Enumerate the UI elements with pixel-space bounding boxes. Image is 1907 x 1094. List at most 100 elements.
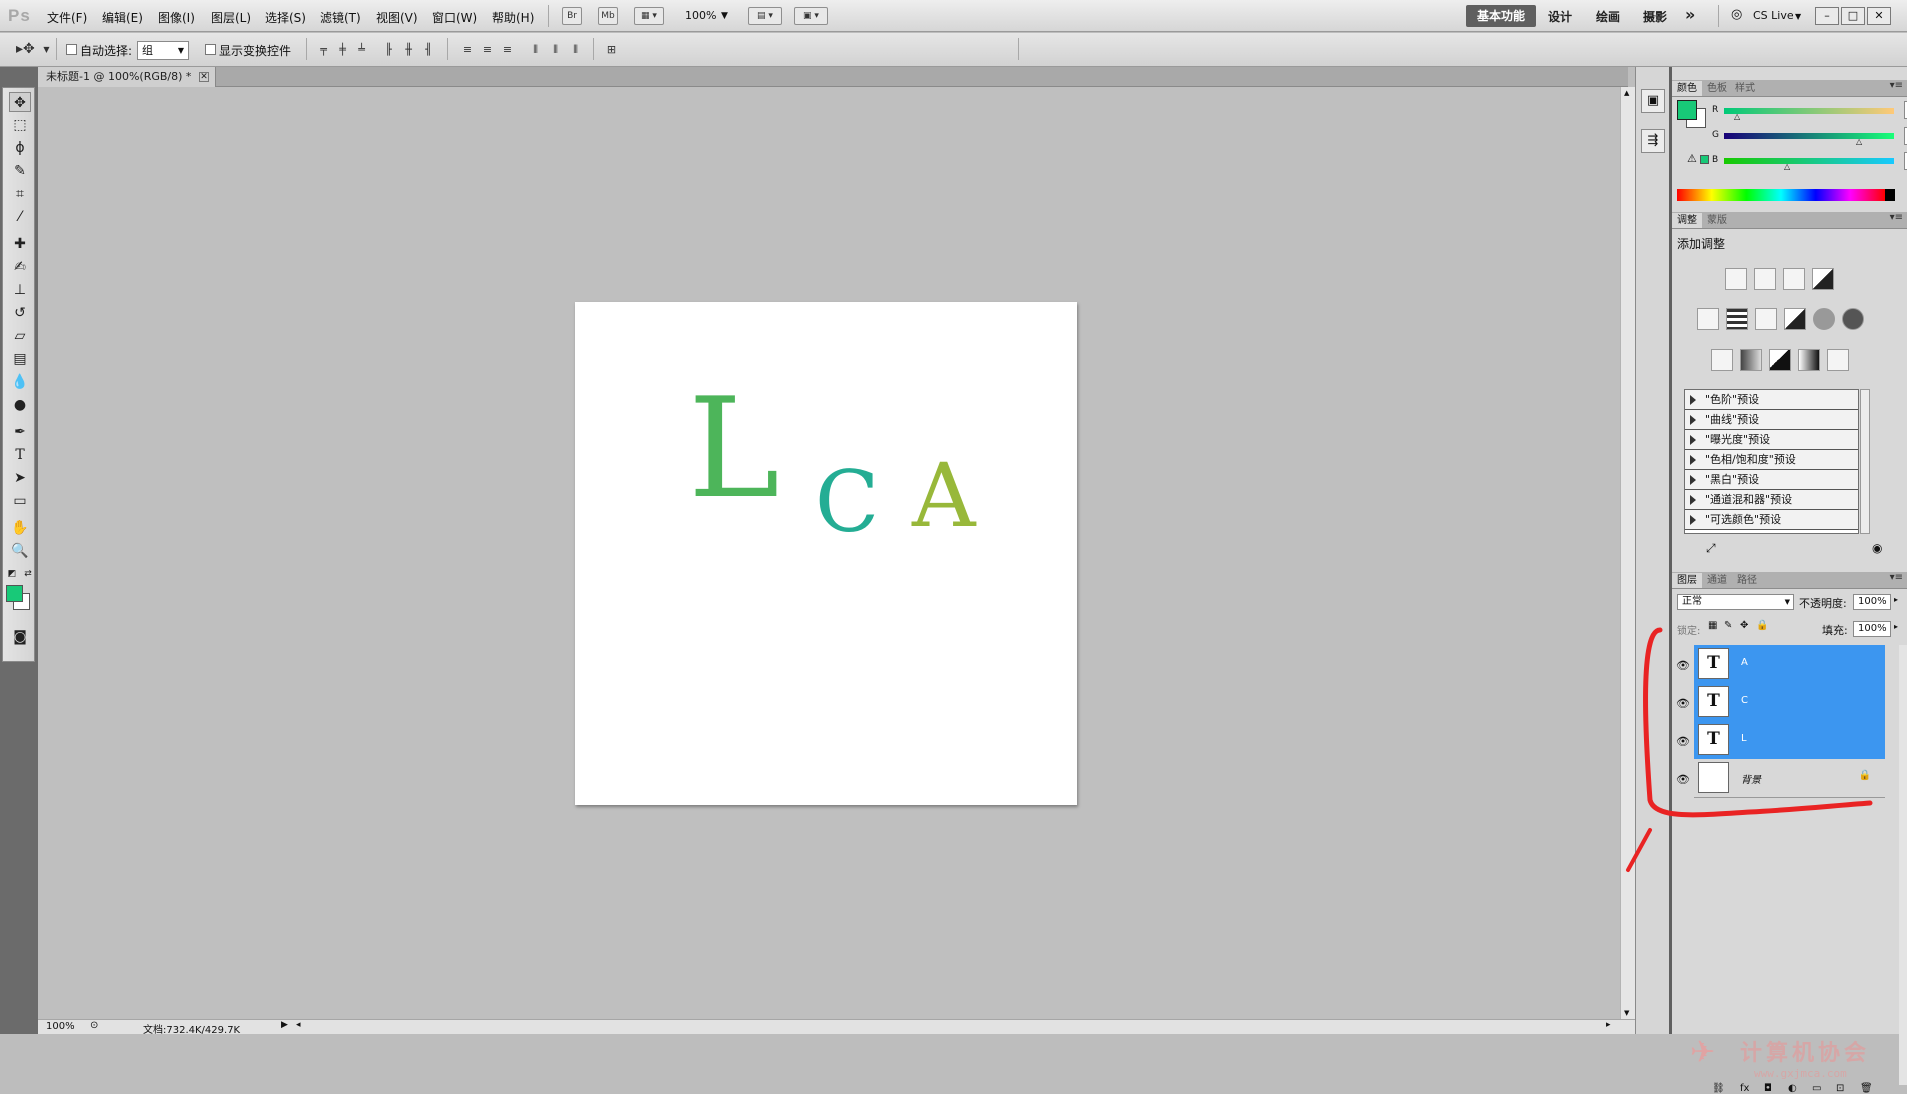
eyedropper-tool-icon[interactable]: ⁄ bbox=[9, 207, 31, 227]
scroll-down-icon[interactable]: ▼ bbox=[1624, 1009, 1629, 1017]
preset-item[interactable]: "色相/饱和度"预设 bbox=[1685, 450, 1858, 470]
tab-color[interactable]: 颜色 bbox=[1672, 81, 1702, 96]
workspace-essentials[interactable]: 基本功能 bbox=[1466, 5, 1536, 27]
align-vcenter-icon[interactable]: ╪ bbox=[334, 42, 351, 57]
tab-layers[interactable]: 图层 bbox=[1672, 573, 1702, 588]
black-white-icon[interactable] bbox=[1784, 308, 1806, 330]
type-tool-icon[interactable]: T bbox=[9, 445, 31, 465]
curves-icon[interactable] bbox=[1783, 268, 1805, 290]
threshold-icon[interactable] bbox=[1769, 349, 1791, 371]
visibility-eye-icon[interactable]: 👁 bbox=[1675, 658, 1691, 674]
distribute-right-icon[interactable]: ⫴ bbox=[567, 42, 584, 57]
exposure-icon[interactable] bbox=[1812, 268, 1834, 290]
align-left-icon[interactable]: ╟ bbox=[380, 42, 397, 57]
lock-all-icon[interactable]: 🔒 bbox=[1756, 620, 1768, 631]
gradient-tool-icon[interactable]: ▤ bbox=[9, 349, 31, 369]
layer-row-l[interactable]: T L bbox=[1694, 721, 1885, 759]
history-panel-icon[interactable]: ▣ bbox=[1641, 89, 1665, 113]
preset-item[interactable]: "曲线"预设 bbox=[1685, 410, 1858, 430]
align-bottom-icon[interactable]: ╧ bbox=[353, 42, 370, 57]
actions-panel-icon[interactable]: ⇶ bbox=[1641, 129, 1665, 153]
preset-item[interactable]: "可选颜色"预设 bbox=[1685, 510, 1858, 530]
red-slider-handle-icon[interactable]: △ bbox=[1734, 112, 1740, 121]
minimize-button[interactable]: – bbox=[1815, 7, 1839, 25]
blue-slider-handle-icon[interactable]: △ bbox=[1784, 162, 1790, 171]
menu-view[interactable]: 视图(V) bbox=[376, 9, 418, 26]
color-spectrum-bar[interactable] bbox=[1677, 189, 1885, 201]
invert-icon[interactable] bbox=[1711, 349, 1733, 371]
layer-row-a[interactable]: T A bbox=[1694, 645, 1885, 683]
marquee-tool-icon[interactable]: ⬚ bbox=[9, 115, 31, 135]
gamut-swatch[interactable] bbox=[1700, 155, 1709, 164]
text-layer-l[interactable]: L bbox=[688, 380, 780, 518]
path-selection-tool-icon[interactable]: ➤ bbox=[9, 468, 31, 488]
link-layers-icon[interactable]: ⛓ bbox=[1712, 1083, 1725, 1094]
tab-styles[interactable]: 样式 bbox=[1730, 81, 1760, 96]
workspace-design[interactable]: 设计 bbox=[1548, 8, 1572, 25]
preset-item[interactable]: "色阶"预设 bbox=[1685, 390, 1858, 410]
show-transform-checkbox[interactable] bbox=[205, 44, 216, 55]
vertical-scrollbar[interactable]: ▲ ▼ bbox=[1620, 87, 1635, 1019]
healing-brush-tool-icon[interactable]: ✚ bbox=[9, 234, 31, 254]
auto-align-icon[interactable]: ⊞ bbox=[603, 42, 620, 57]
auto-select-dropdown[interactable]: 组 ▼ bbox=[137, 41, 189, 60]
menu-layer[interactable]: 图层(L) bbox=[211, 9, 251, 26]
menu-help[interactable]: 帮助(H) bbox=[492, 9, 534, 26]
eraser-tool-icon[interactable]: ▱ bbox=[9, 326, 31, 346]
foreground-color-swatch[interactable] bbox=[6, 585, 23, 602]
menu-file[interactable]: 文件(F) bbox=[47, 9, 87, 26]
tab-masks[interactable]: 蒙版 bbox=[1702, 213, 1732, 228]
dodge-tool-icon[interactable]: ● bbox=[9, 395, 31, 415]
new-layer-icon[interactable]: ⊡ bbox=[1836, 1083, 1844, 1094]
color-balance-icon[interactable] bbox=[1755, 308, 1777, 330]
layer-row-c[interactable]: T C bbox=[1694, 683, 1885, 721]
lock-position-icon[interactable]: ✥ bbox=[1740, 620, 1748, 631]
document-tab[interactable]: 未标题-1 @ 100%(RGB/8) * ✕ bbox=[38, 67, 216, 87]
status-menu-arrow-icon[interactable]: ▶ bbox=[281, 1020, 288, 1030]
gamut-warning-icon[interactable]: ⚠ bbox=[1687, 152, 1697, 165]
menu-image[interactable]: 图像(I) bbox=[158, 9, 195, 26]
posterize-icon[interactable] bbox=[1740, 349, 1762, 371]
presets-scrollbar[interactable] bbox=[1860, 389, 1870, 534]
blur-tool-icon[interactable]: 💧 bbox=[9, 372, 31, 392]
lock-transparency-icon[interactable]: ▦ bbox=[1708, 620, 1717, 631]
distribute-vcenter-icon[interactable]: ≡ bbox=[479, 42, 496, 57]
delete-layer-icon[interactable]: 🗑 bbox=[1860, 1083, 1873, 1094]
crop-tool-icon[interactable]: ⌗ bbox=[9, 184, 31, 204]
preset-item[interactable]: "曝光度"预设 bbox=[1685, 430, 1858, 450]
opacity-arrow-icon[interactable]: ▸ bbox=[1894, 595, 1898, 604]
history-brush-tool-icon[interactable]: ↺ bbox=[9, 303, 31, 323]
pen-tool-icon[interactable]: ✒ bbox=[9, 422, 31, 442]
close-icon[interactable]: ✕ bbox=[199, 72, 209, 82]
tab-swatches[interactable]: 色板 bbox=[1702, 81, 1732, 96]
scroll-up-icon[interactable]: ▲ bbox=[1624, 89, 1629, 97]
workspace-painting[interactable]: 绘画 bbox=[1596, 8, 1620, 25]
green-slider-handle-icon[interactable]: △ bbox=[1856, 137, 1862, 146]
quick-mask-icon[interactable]: ◙ bbox=[9, 627, 31, 647]
align-top-icon[interactable]: ╤ bbox=[315, 42, 332, 57]
new-adjustment-icon[interactable]: ◐ bbox=[1788, 1083, 1797, 1094]
expanded-view-icon[interactable]: ⤢ bbox=[1706, 541, 1716, 556]
mini-bridge-button[interactable]: Mb bbox=[598, 7, 618, 25]
screen-mode-button[interactable]: ▣ ▾ bbox=[794, 7, 828, 25]
layers-scrollbar[interactable] bbox=[1899, 645, 1907, 1085]
tab-channels[interactable]: 通道 bbox=[1702, 573, 1732, 588]
visibility-eye-icon[interactable]: 👁 bbox=[1675, 772, 1691, 788]
menu-edit[interactable]: 编辑(E) bbox=[102, 9, 143, 26]
distribute-left-icon[interactable]: ⫴ bbox=[527, 42, 544, 57]
lasso-tool-icon[interactable]: ϕ bbox=[9, 138, 31, 158]
menu-select[interactable]: 选择(S) bbox=[265, 9, 306, 26]
restore-button[interactable]: □ bbox=[1841, 7, 1865, 25]
red-slider[interactable] bbox=[1724, 108, 1894, 114]
clip-layer-icon[interactable]: ◉ bbox=[1872, 541, 1882, 555]
blue-slider[interactable] bbox=[1724, 158, 1894, 164]
chevron-down-icon[interactable]: ▼ bbox=[1795, 12, 1801, 21]
text-layer-c[interactable]: C bbox=[815, 460, 879, 544]
color-panel-fg-swatch[interactable] bbox=[1677, 100, 1697, 120]
preset-item[interactable]: "黑白"预设 bbox=[1685, 470, 1858, 490]
menu-window[interactable]: 窗口(W) bbox=[432, 9, 477, 26]
opacity-field[interactable]: 100% bbox=[1853, 594, 1891, 610]
auto-select-checkbox[interactable] bbox=[66, 44, 77, 55]
visibility-eye-icon[interactable]: 👁 bbox=[1675, 734, 1691, 750]
hand-tool-icon[interactable]: ✋ bbox=[9, 518, 31, 538]
